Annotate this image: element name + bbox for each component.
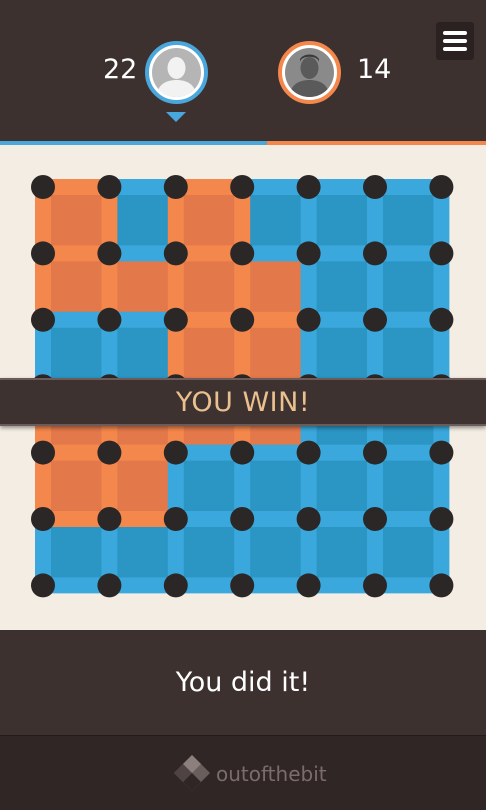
- brand-name: outofthebit: [216, 762, 327, 786]
- result-message: You did it!: [175, 667, 311, 698]
- board-dot: [97, 241, 122, 266]
- player-1-score: 22: [103, 54, 138, 85]
- board-box: [179, 257, 239, 316]
- board-box: [179, 523, 239, 582]
- board-dot: [363, 241, 387, 266]
- board-dot: [296, 507, 321, 531]
- board-dot: [429, 241, 454, 266]
- board-dot: [31, 507, 55, 531]
- board-box: [47, 523, 106, 582]
- board-dot: [429, 573, 454, 598]
- board-box: [179, 456, 239, 515]
- board-dot: [230, 175, 255, 199]
- player-2-avatar: [278, 41, 341, 104]
- header: 22 14: [0, 0, 486, 141]
- board-dot: [97, 175, 122, 199]
- board-dot: [363, 507, 387, 531]
- board-box: [246, 323, 305, 383]
- board-dot: [163, 307, 188, 332]
- turn-indicator-icon: [166, 112, 186, 122]
- board-dot: [163, 241, 188, 266]
- board-dot: [163, 440, 188, 465]
- board-box: [179, 191, 239, 250]
- board-dot: [230, 307, 255, 332]
- board-box: [179, 323, 239, 383]
- player-2-score: 14: [357, 54, 392, 85]
- board-box: [113, 257, 172, 316]
- board-dot: [230, 241, 255, 266]
- board-dot: [97, 507, 122, 531]
- board-dot: [163, 507, 188, 531]
- board-dot: [429, 440, 454, 465]
- board-box: [312, 257, 371, 316]
- outofthebit-logo-icon: [174, 755, 210, 791]
- footer: outofthebit: [0, 735, 486, 810]
- board-box: [246, 456, 305, 515]
- player-1-avatar-icon: [152, 48, 201, 97]
- board-dot: [363, 440, 387, 465]
- board-dot: [429, 175, 454, 199]
- board-box: [379, 523, 438, 582]
- hamburger-menu-icon[interactable]: [436, 22, 474, 60]
- board-box: [312, 456, 371, 515]
- board-box: [246, 191, 305, 250]
- board-dot: [296, 573, 321, 598]
- board-dot: [429, 307, 454, 332]
- message-area: You did it!: [0, 630, 486, 735]
- board-box: [113, 323, 172, 383]
- win-banner-text: YOU WIN!: [175, 386, 311, 418]
- board-dot: [97, 440, 122, 465]
- board-dot: [296, 307, 321, 332]
- board-dot: [31, 440, 55, 465]
- board-dot: [31, 307, 55, 332]
- board-dot: [230, 440, 255, 465]
- board-box: [47, 191, 106, 250]
- board-dot: [97, 307, 122, 332]
- board-box: [379, 257, 438, 316]
- board-box: [246, 257, 305, 316]
- board-dot: [429, 507, 454, 531]
- board-dot: [230, 507, 255, 531]
- board-box: [379, 323, 438, 383]
- player-1-avatar: [145, 41, 208, 104]
- board-box: [312, 323, 371, 383]
- board-box: [379, 456, 438, 515]
- board-box: [47, 456, 106, 515]
- board-box: [113, 456, 172, 515]
- board-box: [246, 523, 305, 582]
- board-dot: [296, 175, 321, 199]
- board-box: [312, 523, 371, 582]
- board-dot: [163, 573, 188, 598]
- board-dot: [31, 175, 55, 199]
- win-banner: YOU WIN!: [0, 378, 486, 426]
- board-dot: [296, 440, 321, 465]
- board-dot: [31, 241, 55, 266]
- board-box: [47, 323, 106, 383]
- board-dot: [363, 307, 387, 332]
- board-box: [47, 257, 106, 316]
- board-dot: [363, 175, 387, 199]
- board-box: [113, 523, 172, 582]
- board-dot: [163, 175, 188, 199]
- board-box: [113, 191, 172, 250]
- board-dot: [363, 573, 387, 598]
- board-dot: [31, 573, 55, 598]
- board-dot: [97, 573, 122, 598]
- board-box: [312, 191, 371, 250]
- board-dot: [296, 241, 321, 266]
- board-dot: [230, 573, 255, 598]
- board-box: [379, 191, 438, 250]
- player-2-avatar-icon: [285, 48, 334, 97]
- brand-logo[interactable]: outofthebit: [172, 753, 332, 793]
